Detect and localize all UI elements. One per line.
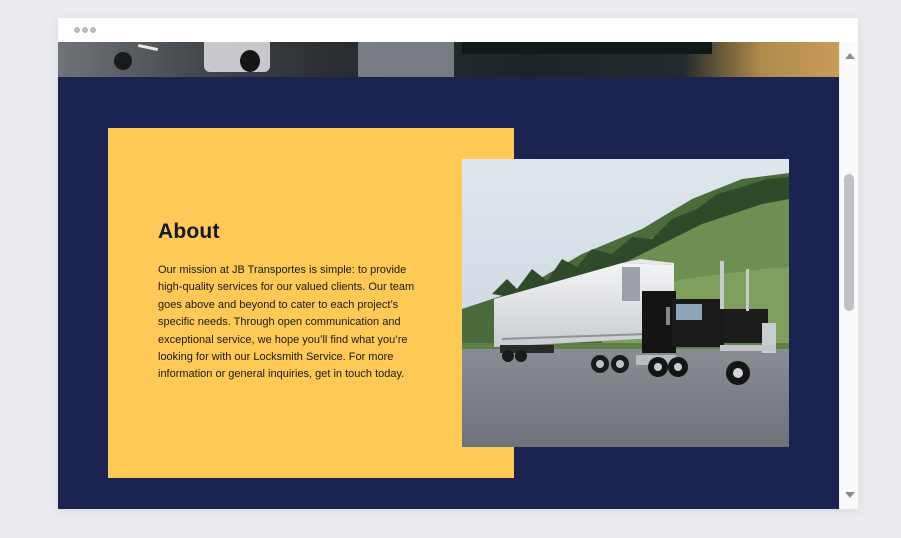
about-description: Our mission at JB Transportes is simple:… bbox=[158, 264, 415, 381]
hero-truck-image bbox=[58, 42, 839, 77]
window-control-dot-icon bbox=[74, 27, 80, 33]
about-card: About Our mission at JB Transportes is s… bbox=[108, 128, 514, 478]
page-viewport: About Our mission at JB Transportes is s… bbox=[58, 42, 839, 509]
scroll-up-icon[interactable] bbox=[845, 53, 855, 59]
about-title: About bbox=[158, 220, 220, 243]
scroll-down-icon[interactable] bbox=[845, 492, 855, 498]
window-control-dot-icon bbox=[90, 27, 96, 33]
vertical-scrollbar[interactable] bbox=[839, 42, 858, 509]
window-control-dot-icon bbox=[82, 27, 88, 33]
browser-window: About Our mission at JB Transportes is s… bbox=[58, 18, 858, 509]
scrollbar-thumb[interactable] bbox=[844, 174, 854, 311]
window-titlebar bbox=[58, 18, 858, 43]
semi-truck-photo bbox=[462, 159, 789, 447]
